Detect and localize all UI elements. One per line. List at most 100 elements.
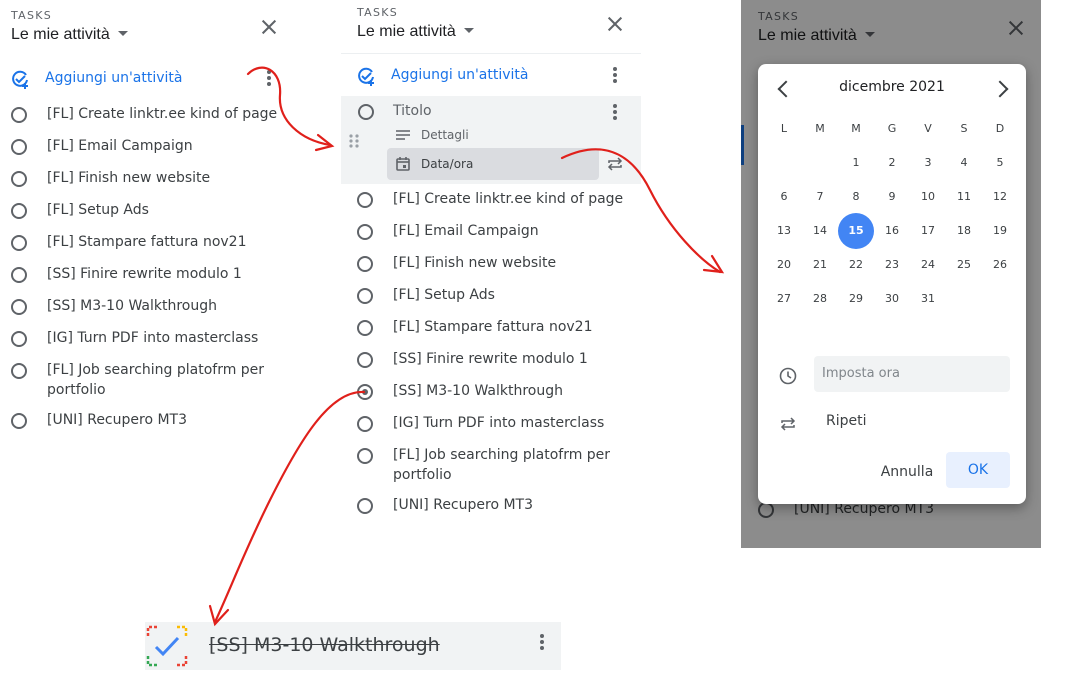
task-item[interactable]: [FL] Setup Ads xyxy=(11,200,281,220)
task-item[interactable]: [SS] M3-10 Walkthrough xyxy=(11,296,281,316)
task-item[interactable]: [SS] M3-10 Walkthrough xyxy=(357,381,637,401)
repeat-icon xyxy=(780,417,796,431)
calendar-day[interactable]: 9 xyxy=(874,179,910,215)
details-input[interactable]: Dettagli xyxy=(421,128,469,142)
task-item[interactable]: [FL] Create linktr.ee kind of page xyxy=(11,104,281,124)
task-checkbox[interactable] xyxy=(358,104,374,120)
task-checkbox[interactable] xyxy=(11,203,27,219)
task-checkbox[interactable] xyxy=(11,235,27,251)
calendar-day[interactable]: 12 xyxy=(982,179,1018,215)
tasks-panel-editing: TASKS Le mie attività Aggiungi un'attivi… xyxy=(341,0,641,530)
date-time-button[interactable]: Data/ora xyxy=(387,148,599,180)
title-input[interactable]: Titolo xyxy=(393,103,432,119)
task-item[interactable]: [FL] Job searching platofrm per portfoli… xyxy=(11,360,281,400)
task-checkbox[interactable] xyxy=(11,331,27,347)
task-checkbox[interactable] xyxy=(11,139,27,155)
calendar-day[interactable]: 20 xyxy=(766,247,802,283)
calendar-day[interactable]: 16 xyxy=(874,213,910,249)
calendar-day[interactable]: 18 xyxy=(946,213,982,249)
task-checkbox[interactable] xyxy=(357,448,373,464)
task-item[interactable]: [FL] Email Campaign xyxy=(11,136,281,156)
list-selector[interactable]: Le mie attività xyxy=(11,26,128,44)
calendar-day[interactable]: 22 xyxy=(838,247,874,283)
task-item[interactable]: [FL] Create linktr.ee kind of page xyxy=(357,189,637,209)
add-task-icon xyxy=(12,70,28,89)
add-task-button[interactable]: Aggiungi un'attività xyxy=(10,69,250,89)
task-item[interactable]: [FL] Finish new website xyxy=(11,168,281,188)
repeat-icon[interactable] xyxy=(607,157,623,171)
drag-handle-icon[interactable] xyxy=(349,134,359,153)
task-checkbox[interactable] xyxy=(11,363,27,379)
repeat-button[interactable]: Ripeti xyxy=(818,412,918,432)
task-checkbox[interactable] xyxy=(357,256,373,272)
task-item[interactable]: [FL] Email Campaign xyxy=(357,221,637,241)
task-checkbox[interactable] xyxy=(11,413,27,429)
task-item[interactable]: [SS] Finire rewrite modulo 1 xyxy=(357,349,637,369)
task-options-icon[interactable] xyxy=(613,104,617,122)
calendar-day[interactable]: 4 xyxy=(946,145,982,181)
task-checkbox[interactable] xyxy=(357,498,373,514)
task-title: [FL] Create linktr.ee kind of page xyxy=(47,106,278,122)
close-icon[interactable] xyxy=(606,15,624,33)
task-item[interactable]: [FL] Finish new website xyxy=(357,253,637,273)
list-selector[interactable]: Le mie attività xyxy=(357,23,474,41)
calendar-day[interactable]: 1 xyxy=(838,145,874,181)
task-item[interactable]: [FL] Setup Ads xyxy=(357,285,637,305)
task-item[interactable]: [SS] Finire rewrite modulo 1 xyxy=(11,264,281,284)
calendar-day[interactable]: 25 xyxy=(946,247,982,283)
calendar-day[interactable]: 5 xyxy=(982,145,1018,181)
add-task-button[interactable]: Aggiungi un'attività xyxy=(356,66,596,86)
calendar-day[interactable]: 30 xyxy=(874,281,910,317)
time-placeholder: Imposta ora xyxy=(822,366,900,381)
task-checkbox[interactable] xyxy=(11,299,27,315)
weekday-label: S xyxy=(960,122,968,135)
task-checkbox[interactable] xyxy=(357,416,373,432)
calendar-day[interactable]: 7 xyxy=(802,179,838,215)
calendar-day[interactable]: 21 xyxy=(802,247,838,283)
close-icon[interactable] xyxy=(260,18,278,36)
task-checkbox[interactable] xyxy=(11,107,27,123)
calendar-day[interactable]: 2 xyxy=(874,145,910,181)
calendar-day[interactable]: 28 xyxy=(802,281,838,317)
task-checkbox[interactable] xyxy=(357,224,373,240)
task-item[interactable]: [IG] Turn PDF into masterclass xyxy=(11,328,281,348)
task-item[interactable]: [UNI] Recupero MT3 xyxy=(357,495,637,515)
task-item[interactable]: [FL] Job searching platofrm per portfoli… xyxy=(357,445,637,485)
calendar-day[interactable]: 17 xyxy=(910,213,946,249)
more-options-icon[interactable] xyxy=(613,67,617,85)
task-checkbox[interactable] xyxy=(11,267,27,283)
more-options-icon[interactable] xyxy=(267,70,271,88)
calendar-day[interactable]: 26 xyxy=(982,247,1018,283)
calendar-day[interactable]: 19 xyxy=(982,213,1018,249)
calendar-day[interactable]: 14 xyxy=(802,213,838,249)
task-checkbox[interactable] xyxy=(357,192,373,208)
task-checkbox[interactable] xyxy=(357,288,373,304)
calendar-day[interactable]: 24 xyxy=(910,247,946,283)
calendar-day[interactable]: 3 xyxy=(910,145,946,181)
calendar-day[interactable]: 29 xyxy=(838,281,874,317)
completed-options-icon[interactable] xyxy=(540,634,544,652)
arrow-date-to-picker-head xyxy=(702,254,725,274)
ok-button[interactable]: OK xyxy=(946,452,1010,488)
cancel-button[interactable]: Annulla xyxy=(872,454,942,490)
task-item[interactable]: [FL] Stampare fattura nov21 xyxy=(357,317,637,337)
calendar-day[interactable]: 31 xyxy=(910,281,946,317)
task-checkbox[interactable] xyxy=(357,352,373,368)
task-title: [FL] Finish new website xyxy=(393,255,557,271)
calendar-day[interactable]: 6 xyxy=(766,179,802,215)
selected-day[interactable]: 15 xyxy=(838,213,874,249)
calendar-day[interactable]: 23 xyxy=(874,247,910,283)
task-checkbox[interactable] xyxy=(357,320,373,336)
task-title: [FL] Job searching platofrm per xyxy=(47,362,265,378)
calendar-day[interactable]: 11 xyxy=(946,179,982,215)
calendar-day[interactable]: 13 xyxy=(766,213,802,249)
calendar-day[interactable]: 10 xyxy=(910,179,946,215)
task-item[interactable]: [FL] Stampare fattura nov21 xyxy=(11,232,281,252)
task-title: [FL] Setup Ads xyxy=(393,287,495,303)
task-checkbox[interactable] xyxy=(11,171,27,187)
task-item[interactable]: [IG] Turn PDF into masterclass xyxy=(357,413,637,433)
calendar-day[interactable]: 27 xyxy=(766,281,802,317)
calendar-day[interactable]: 8 xyxy=(838,179,874,215)
time-input[interactable]: Imposta ora xyxy=(814,356,1010,392)
task-item[interactable]: [UNI] Recupero MT3 xyxy=(11,410,281,430)
